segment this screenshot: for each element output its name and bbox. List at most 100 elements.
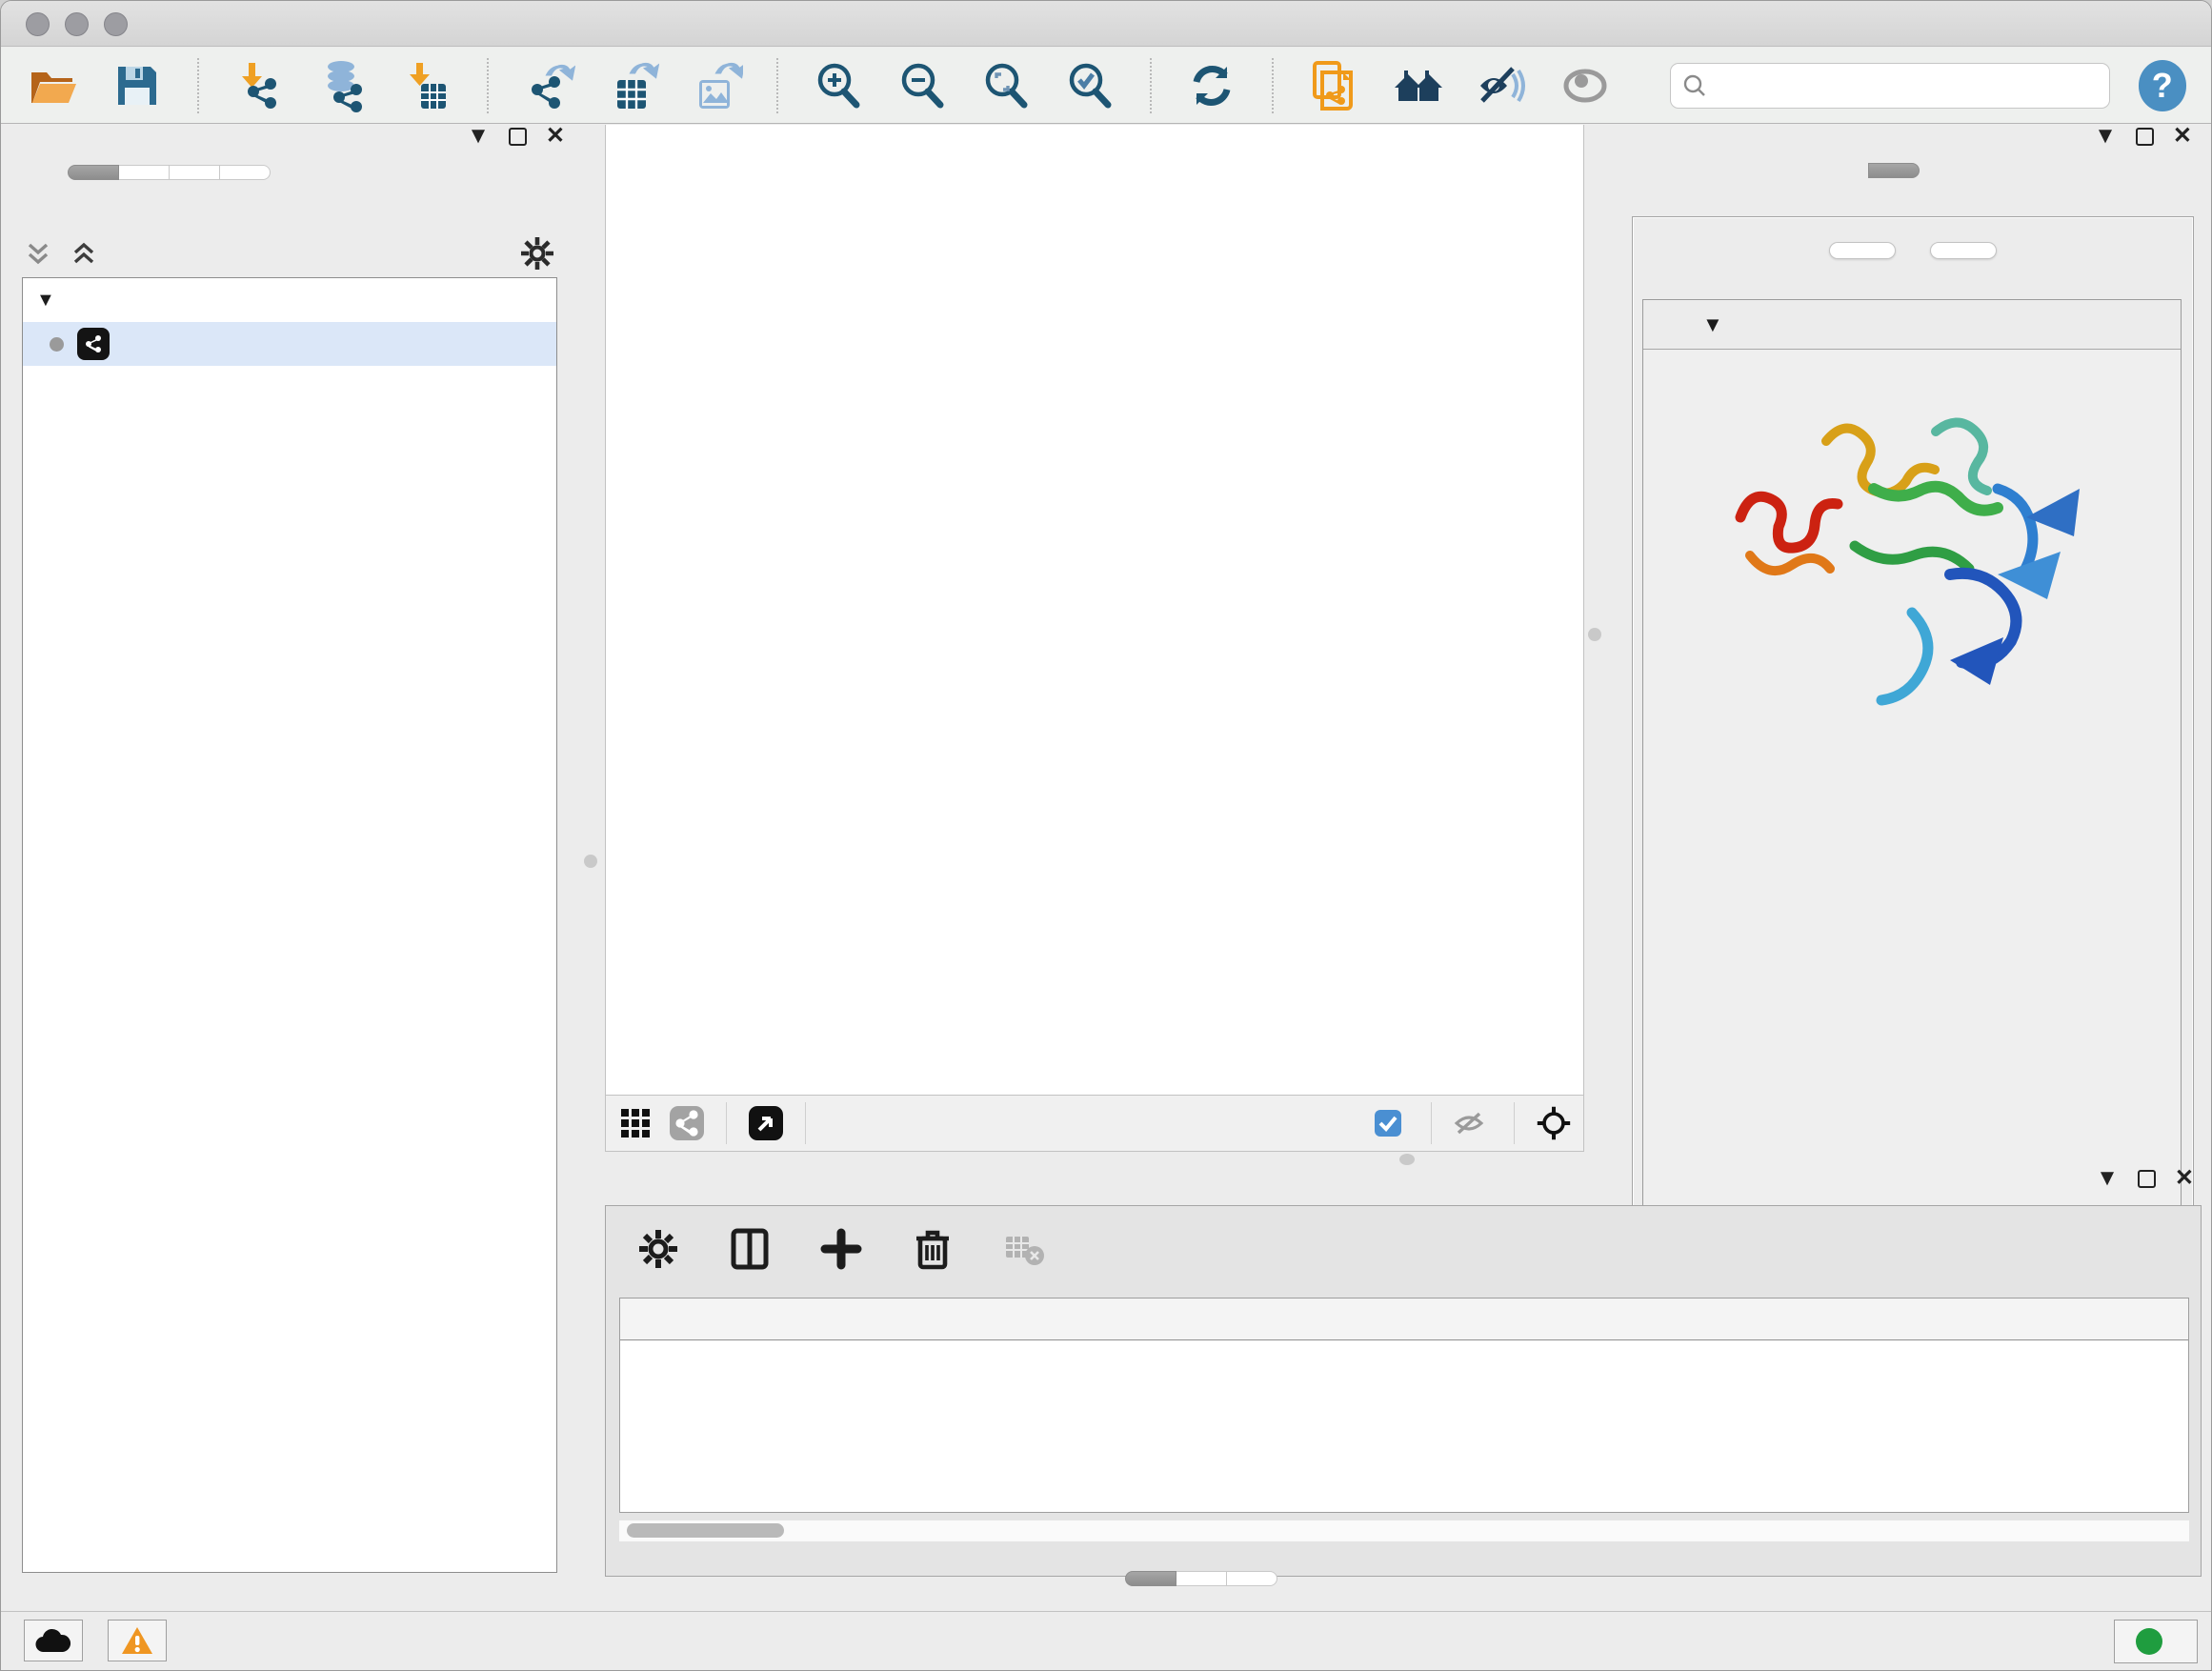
string-network-icon [77,328,110,360]
grid-view-icon[interactable] [617,1105,654,1141]
float-panel-icon[interactable] [2136,128,2154,146]
minimize-window-icon[interactable] [65,12,89,36]
collapse-panel-icon[interactable]: ▼ [2096,1167,2119,1190]
vertical-splitter-handle[interactable] [584,855,597,868]
tab-sets[interactable] [220,165,271,180]
table-row[interactable] [620,1340,2188,1380]
table-toolbar [606,1206,2201,1288]
title-bar [1,1,2211,47]
export-table-button[interactable] [605,56,660,115]
delete-table-icon[interactable] [998,1223,1050,1275]
close-panel-icon[interactable]: ✕ [2175,1167,2194,1190]
export-network-button[interactable] [521,56,576,115]
fit-selection-crosshair-icon[interactable] [1536,1105,1572,1141]
collapse-panel-icon[interactable]: ▼ [467,125,490,148]
cloud-icon [34,1627,72,1654]
collapse-all-button[interactable] [1930,242,1997,259]
zoom-in-button[interactable] [811,56,866,115]
toolbar-separator [1150,58,1152,113]
toolbar-separator [1272,58,1274,113]
traffic-lights [26,12,128,36]
float-panel-icon[interactable] [2138,1170,2156,1188]
memory-status-dot [2136,1628,2162,1655]
search-input[interactable] [1717,70,2098,100]
open-session-button[interactable] [26,56,81,115]
table-tabs [1125,1571,1277,1586]
selected-checkbox-icon[interactable] [1374,1109,1402,1137]
close-panel-icon[interactable]: ✕ [546,125,565,148]
status-bar [1,1611,2211,1671]
network-row-selected[interactable] [23,322,556,366]
export-image-button[interactable] [689,56,744,115]
zoom-out-button[interactable] [895,56,950,115]
home-networks-button[interactable] [1390,56,1445,115]
toolbar-separator [197,58,199,113]
tab-select[interactable] [170,165,220,180]
gene-section-header[interactable]: ▼ [1643,300,2181,350]
table-settings-gear-icon[interactable] [633,1223,684,1275]
refresh-button[interactable] [1184,56,1239,115]
close-panel-icon[interactable]: ✕ [2173,125,2192,148]
import-network-button[interactable] [231,56,287,115]
scrollbar-thumb[interactable] [627,1523,784,1538]
table-panel: ▼ ✕ [605,1167,2202,1615]
search-icon [1682,73,1707,98]
collapse-panel-icon[interactable]: ▼ [2094,125,2117,148]
control-panel: ▼ ✕ ▼ [12,125,565,1579]
zoom-selected-button[interactable] [1062,56,1117,115]
hide-unhide-button[interactable] [1474,56,1529,115]
warning-icon [120,1625,154,1656]
gene-description [1643,350,2181,365]
hidden-count [1453,1107,1493,1139]
cloud-status-button[interactable] [24,1620,83,1661]
network-current-dot [50,337,64,352]
toolbar-separator [776,58,778,113]
share-view-icon[interactable] [669,1105,705,1141]
gear-icon[interactable] [519,235,555,272]
tab-node-table[interactable] [1125,1571,1176,1586]
node-table [619,1298,2189,1513]
tab-network-table[interactable] [1227,1571,1277,1586]
save-session-button[interactable] [110,56,165,115]
tab-network[interactable] [68,165,119,180]
network-canvas[interactable] [605,125,1584,1095]
import-table-button[interactable] [399,56,454,115]
expand-all-icon[interactable] [68,237,100,270]
float-panel-icon[interactable] [509,128,527,146]
help-button[interactable]: ? [2139,60,2187,111]
search-box [1670,63,2110,109]
collapse-gene-icon[interactable]: ▼ [1702,312,1723,337]
protein-structure-image [1712,374,2112,746]
tab-style[interactable] [119,165,170,180]
table-horizontal-scrollbar[interactable] [619,1520,2189,1541]
tab-string[interactable] [1868,163,1920,178]
table-header-row [620,1299,2188,1340]
expand-all-button[interactable] [1829,242,1896,259]
main-toolbar: ? [1,48,2211,124]
network-collection-row[interactable]: ▼ [23,278,556,322]
cytoscape-window: ? ▼ ✕ ▼ [0,0,2212,1671]
network-view-toolbar [605,1095,1584,1152]
close-window-icon[interactable] [26,12,50,36]
hidden-eye-icon[interactable] [1453,1107,1485,1139]
delete-column-trash-icon[interactable] [907,1223,958,1275]
horizontal-splitter-handle[interactable] [1399,1154,1415,1165]
vertical-splitter-handle[interactable] [1588,628,1601,641]
maximize-window-icon[interactable] [104,12,128,36]
birdseye-view-icon[interactable] [748,1105,784,1141]
tree-expand-icon[interactable]: ▼ [36,290,55,312]
show-columns-icon[interactable] [724,1223,775,1275]
add-column-icon[interactable] [815,1223,867,1275]
zoom-fit-button[interactable] [978,56,1034,115]
show-eye-button[interactable] [1558,56,1613,115]
collapse-all-icon[interactable] [22,237,54,270]
memory-button[interactable] [2114,1620,2198,1663]
tab-edge-table[interactable] [1176,1571,1227,1586]
import-database-button[interactable] [315,56,371,115]
toolbar-separator [487,58,489,113]
selected-count [1374,1109,1410,1137]
warnings-button[interactable] [108,1620,167,1661]
control-panel-tabs [68,165,271,180]
network-list: ▼ [22,277,557,1573]
copy-network-button[interactable] [1306,56,1361,115]
